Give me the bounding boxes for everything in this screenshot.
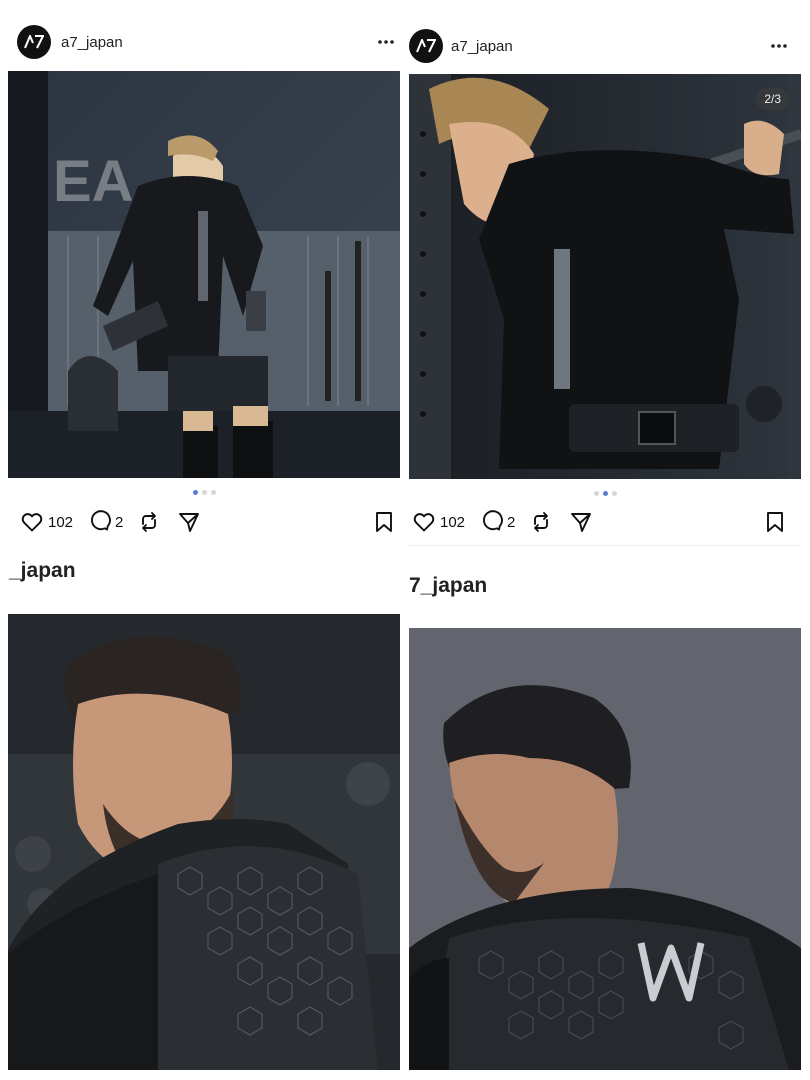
heart-icon: [21, 513, 43, 532]
send-icon: [179, 513, 200, 532]
post-photo[interactable]: 2/3: [409, 74, 801, 479]
comment-button[interactable]: 2: [479, 507, 515, 537]
caption-username[interactable]: 7_japan: [409, 574, 487, 598]
caption-username[interactable]: _japan: [9, 559, 76, 583]
repost-button[interactable]: [529, 507, 553, 537]
save-button[interactable]: [372, 507, 396, 537]
comment-icon: [91, 510, 111, 531]
like-button[interactable]: 102: [412, 507, 465, 537]
carousel-dot: [611, 491, 617, 496]
a7-logo-icon[interactable]: [409, 29, 443, 63]
post-photo[interactable]: EA: [8, 71, 400, 478]
share-button[interactable]: [177, 507, 201, 537]
more-options-icon[interactable]: [767, 34, 791, 58]
repost-icon: [142, 512, 157, 532]
post-actions: 102 2: [409, 507, 801, 537]
a7-logo-icon[interactable]: [17, 25, 51, 59]
save-button[interactable]: [763, 507, 787, 537]
post-photo[interactable]: [8, 614, 400, 1070]
carousel-dot: [201, 490, 207, 495]
post-photo[interactable]: [409, 628, 801, 1070]
divider: [409, 545, 801, 546]
post-card-1: a7_japan EA 102 2: [8, 16, 400, 546]
post-username[interactable]: a7_japan: [61, 34, 123, 51]
carousel-dot: [593, 491, 599, 496]
like-button[interactable]: 102: [20, 507, 73, 537]
like-count: 102: [440, 513, 466, 531]
like-count: 102: [48, 513, 74, 531]
send-icon: [571, 513, 592, 532]
post-card-2: a7_japan 2/3 102 2: [409, 18, 801, 548]
share-button[interactable]: [569, 507, 593, 537]
post-header: a7_japan: [8, 16, 400, 68]
post-card-4: [409, 628, 801, 1070]
carousel-indicator: [8, 490, 400, 495]
carousel-dot: [602, 491, 608, 496]
carousel-counter: 2/3: [756, 88, 789, 110]
comment-count: 2: [115, 513, 124, 531]
post-username[interactable]: a7_japan: [451, 38, 513, 55]
comment-button[interactable]: 2: [87, 507, 123, 537]
carousel-dot: [210, 490, 216, 495]
post-actions: 102 2: [8, 507, 400, 537]
svg-text:EA: EA: [53, 149, 134, 214]
bookmark-icon: [376, 512, 392, 532]
carousel-indicator: [409, 491, 801, 496]
bookmark-icon: [767, 512, 783, 532]
repost-icon: [534, 512, 549, 532]
more-options-icon[interactable]: [374, 30, 398, 54]
repost-button[interactable]: [137, 507, 161, 537]
carousel-dot: [192, 490, 198, 495]
post-header: a7_japan: [409, 20, 801, 72]
heart-icon: [413, 513, 435, 532]
comment-count: 2: [507, 513, 516, 531]
post-card-3: [8, 614, 400, 1070]
comment-icon: [483, 510, 503, 531]
